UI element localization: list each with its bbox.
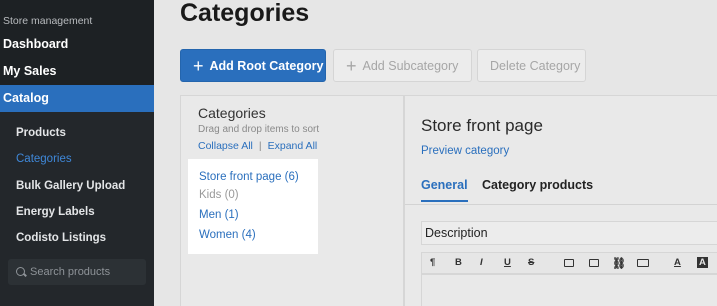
background-color-icon[interactable]: A <box>697 257 708 268</box>
editor-toolbar: ¶ B I U S ⛓ A A <box>421 252 717 274</box>
sidebar-subitem-categories[interactable]: Categories <box>16 153 72 165</box>
tree-panel-title: Categories <box>198 105 266 121</box>
sidebar-section-label: Store management <box>3 15 93 27</box>
category-tree: Store front page (6) Kids (0) Men (1) Wo… <box>188 159 318 254</box>
tree-item-kids[interactable]: Kids (0) <box>199 189 239 201</box>
sidebar-search-input[interactable]: Search products <box>8 259 146 285</box>
expand-all-link[interactable]: Expand All <box>268 140 318 152</box>
plus-icon: + <box>346 56 357 76</box>
description-label: Description <box>421 221 717 245</box>
sidebar-search-placeholder: Search products <box>30 266 111 278</box>
sidebar-subitem-products[interactable]: Products <box>16 127 66 139</box>
tree-panel-hint: Drag and drop items to sort <box>198 124 320 135</box>
tab-general[interactable]: General <box>421 178 468 202</box>
sidebar: Store management Dashboard My Sales Cata… <box>0 0 154 306</box>
add-root-category-label: Add Root Category <box>209 59 324 73</box>
delete-category-button[interactable]: Delete Category <box>477 49 586 82</box>
add-subcategory-label: Add Subcategory <box>362 59 459 73</box>
plus-icon: + <box>193 56 204 76</box>
sidebar-subitem-bulk-gallery-upload[interactable]: Bulk Gallery Upload <box>16 180 125 192</box>
categories-tree-panel: Categories Drag and drop items to sort C… <box>180 95 404 306</box>
add-subcategory-button[interactable]: + Add Subcategory <box>333 49 472 82</box>
description-editor[interactable] <box>421 274 717 306</box>
link-separator: | <box>258 140 262 152</box>
tabs-divider <box>405 204 717 205</box>
category-title: Store front page <box>421 116 543 135</box>
tree-panel-links: Collapse All | Expand All <box>198 140 317 152</box>
image-icon[interactable] <box>564 259 574 267</box>
sidebar-item-catalog[interactable]: Catalog <box>0 85 154 112</box>
tab-category-products[interactable]: Category products <box>482 178 593 200</box>
tree-item-store-front-page[interactable]: Store front page (6) <box>199 171 299 183</box>
underline-icon[interactable]: U <box>504 257 511 268</box>
bold-icon[interactable]: B <box>455 257 462 268</box>
category-detail-panel: Store front page Preview category Genera… <box>404 95 717 306</box>
link-icon[interactable]: ⛓ <box>612 257 626 270</box>
page-title: Categories <box>180 0 310 27</box>
add-root-category-button[interactable]: + Add Root Category <box>180 49 326 82</box>
sidebar-item-my-sales[interactable]: My Sales <box>0 58 154 85</box>
table-icon[interactable] <box>637 259 649 267</box>
sidebar-subitem-energy-labels[interactable]: Energy Labels <box>16 206 95 218</box>
sidebar-item-dashboard[interactable]: Dashboard <box>0 31 154 58</box>
collapse-all-link[interactable]: Collapse All <box>198 140 253 152</box>
preview-category-link[interactable]: Preview category <box>421 145 509 157</box>
video-icon[interactable] <box>589 259 599 267</box>
text-color-icon[interactable]: A <box>674 257 681 268</box>
tree-item-women[interactable]: Women (4) <box>199 229 256 241</box>
sidebar-subitem-codisto-listings[interactable]: Codisto Listings <box>16 232 106 244</box>
search-icon <box>16 267 25 276</box>
tree-item-men[interactable]: Men (1) <box>199 209 239 221</box>
strikethrough-icon[interactable]: S <box>528 257 534 268</box>
paragraph-icon[interactable]: ¶ <box>430 257 435 268</box>
italic-icon[interactable]: I <box>480 257 483 268</box>
main-content: Categories + Add Root Category + Add Subca… <box>154 0 717 306</box>
